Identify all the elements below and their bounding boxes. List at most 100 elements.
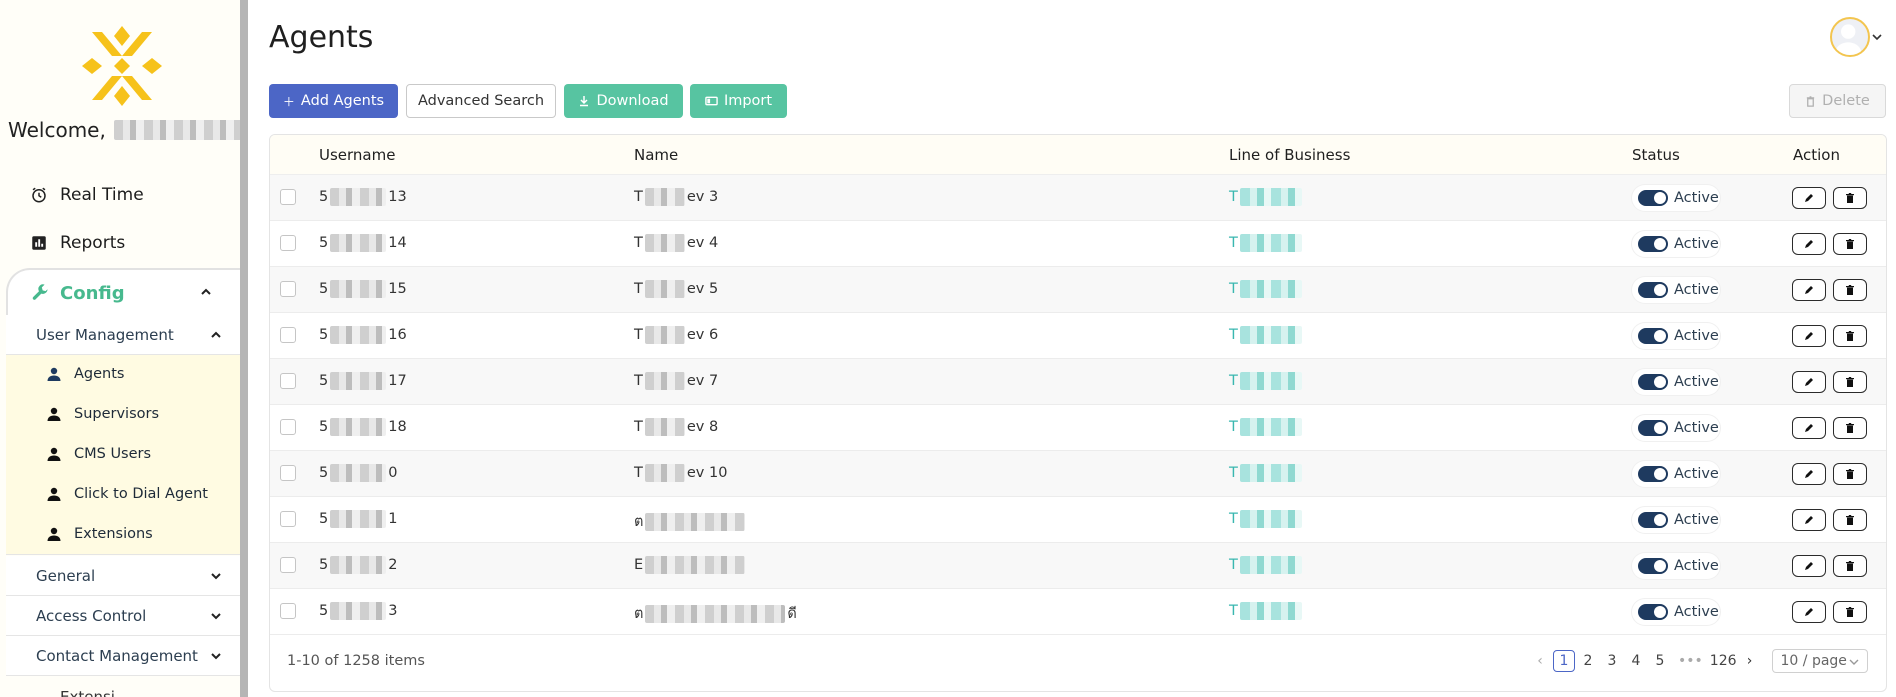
name-prefix: T [634, 235, 643, 251]
nav-item-config[interactable]: Config [6, 268, 240, 316]
status-toggle[interactable]: Active [1632, 553, 1720, 579]
sidebar-item-agents[interactable]: Agents [46, 366, 124, 382]
next-page-button[interactable]: › [1739, 650, 1761, 672]
sidebar-item-cms-users[interactable]: CMS Users [46, 446, 151, 462]
toggle-switch-icon [1638, 604, 1668, 620]
prev-page-button[interactable]: ‹ [1529, 650, 1551, 672]
page-title: Agents [269, 20, 374, 55]
chevron-down-icon[interactable] [1872, 32, 1882, 42]
page-size-select[interactable]: 10 / page [1771, 649, 1868, 673]
column-header-username[interactable]: Username [319, 146, 395, 164]
jump-next-pages-button[interactable]: ••• [1678, 650, 1703, 672]
download-button[interactable]: Download [564, 84, 683, 118]
redacted-text [644, 418, 685, 436]
sidebar-item-supervisors[interactable]: Supervisors [46, 406, 159, 422]
cell-username: 51 [319, 510, 397, 528]
delete-row-button[interactable] [1833, 325, 1867, 347]
status-toggle[interactable]: Active [1632, 599, 1720, 625]
status-toggle[interactable]: Active [1632, 369, 1720, 395]
status-toggle[interactable]: Active [1632, 185, 1720, 211]
sidebar-item-click-to-dial-agent[interactable]: Click to Dial Agent [46, 486, 208, 502]
delete-row-button[interactable] [1833, 233, 1867, 255]
edit-button[interactable] [1792, 601, 1826, 623]
trash-icon [1846, 515, 1854, 525]
delete-row-button[interactable] [1833, 371, 1867, 393]
status-toggle[interactable]: Active [1632, 507, 1720, 533]
delete-row-button[interactable] [1833, 187, 1867, 209]
nav-item-reports[interactable]: Reports [30, 233, 125, 253]
row-checkbox[interactable] [280, 189, 296, 205]
sidebar-item-partial[interactable]: Extensi [60, 688, 150, 697]
edit-button[interactable] [1792, 279, 1826, 301]
sidebar-item-extensions[interactable]: Extensions [46, 526, 153, 542]
app-root: Welcome, Real Time Reports Config User M… [0, 0, 1896, 697]
status-toggle[interactable]: Active [1632, 277, 1720, 303]
section-access-control[interactable]: Access Control [6, 596, 240, 636]
section-contact-management[interactable]: Contact Management [6, 636, 240, 676]
status-toggle[interactable]: Active [1632, 231, 1720, 257]
name-prefix: ต [634, 514, 644, 530]
row-checkbox[interactable] [280, 419, 296, 435]
row-checkbox[interactable] [280, 465, 296, 481]
toggle-switch-icon [1638, 282, 1668, 298]
welcome-text: Welcome, [8, 118, 244, 142]
section-general[interactable]: General [6, 556, 240, 596]
cell-name: Tev 3 [634, 188, 718, 206]
delete-row-button[interactable] [1833, 555, 1867, 577]
sidebar-scrollbar[interactable] [240, 0, 248, 697]
row-checkbox[interactable] [280, 511, 296, 527]
delete-row-button[interactable] [1833, 417, 1867, 439]
status-toggle[interactable]: Active [1632, 461, 1720, 487]
import-icon [705, 96, 718, 106]
column-header-status[interactable]: Status [1632, 146, 1680, 164]
cell-name: Tev 10 [634, 464, 727, 482]
nav-item-label: Reports [60, 233, 126, 253]
page-button[interactable]: 4 [1625, 650, 1647, 672]
edit-button[interactable] [1792, 463, 1826, 485]
cell-line-of-business: T [1229, 464, 1302, 482]
add-agents-button[interactable]: ＋ Add Agents [269, 84, 398, 118]
column-header-line-of-business[interactable]: Line of Business [1229, 146, 1350, 164]
import-button[interactable]: Import [690, 84, 787, 118]
page-button[interactable]: 3 [1601, 650, 1623, 672]
edit-button[interactable] [1792, 187, 1826, 209]
edit-button[interactable] [1792, 509, 1826, 531]
username-prefix: 5 [319, 281, 329, 297]
redacted-text [1239, 418, 1302, 436]
row-checkbox[interactable] [280, 557, 296, 573]
row-checkbox[interactable] [280, 327, 296, 343]
avatar[interactable] [1830, 17, 1870, 57]
status-toggle[interactable]: Active [1632, 415, 1720, 441]
edit-button[interactable] [1792, 417, 1826, 439]
advanced-search-button[interactable]: Advanced Search [406, 84, 556, 118]
name-prefix: T [634, 189, 643, 205]
edit-button[interactable] [1792, 371, 1826, 393]
row-checkbox[interactable] [280, 281, 296, 297]
nav-item-label: Real Time [60, 185, 144, 205]
edit-button[interactable] [1792, 325, 1826, 347]
row-checkbox[interactable] [280, 373, 296, 389]
status-toggle[interactable]: Active [1632, 323, 1720, 349]
page-button-last[interactable]: 126 [1710, 650, 1737, 672]
section-user-management[interactable]: User Management [6, 315, 240, 355]
delete-row-button[interactable] [1833, 279, 1867, 301]
redacted-text [1239, 602, 1302, 620]
delete-row-button[interactable] [1833, 463, 1867, 485]
page-button[interactable]: 1 [1553, 650, 1575, 672]
delete-button[interactable]: Delete [1789, 84, 1886, 118]
edit-button[interactable] [1792, 233, 1826, 255]
section-label: User Management [36, 325, 174, 344]
redacted-text [645, 604, 786, 623]
page-button[interactable]: 5 [1649, 650, 1671, 672]
edit-button[interactable] [1792, 555, 1826, 577]
lob-prefix: T [1229, 511, 1238, 527]
page-button[interactable]: 2 [1577, 650, 1599, 672]
nav-item-real-time[interactable]: Real Time [30, 185, 144, 205]
row-checkbox[interactable] [280, 235, 296, 251]
name-suffix: ev 7 [686, 373, 719, 389]
username-prefix: 5 [319, 419, 329, 435]
column-header-name[interactable]: Name [634, 146, 678, 164]
delete-row-button[interactable] [1833, 601, 1867, 623]
delete-row-button[interactable] [1833, 509, 1867, 531]
row-checkbox[interactable] [280, 603, 296, 619]
